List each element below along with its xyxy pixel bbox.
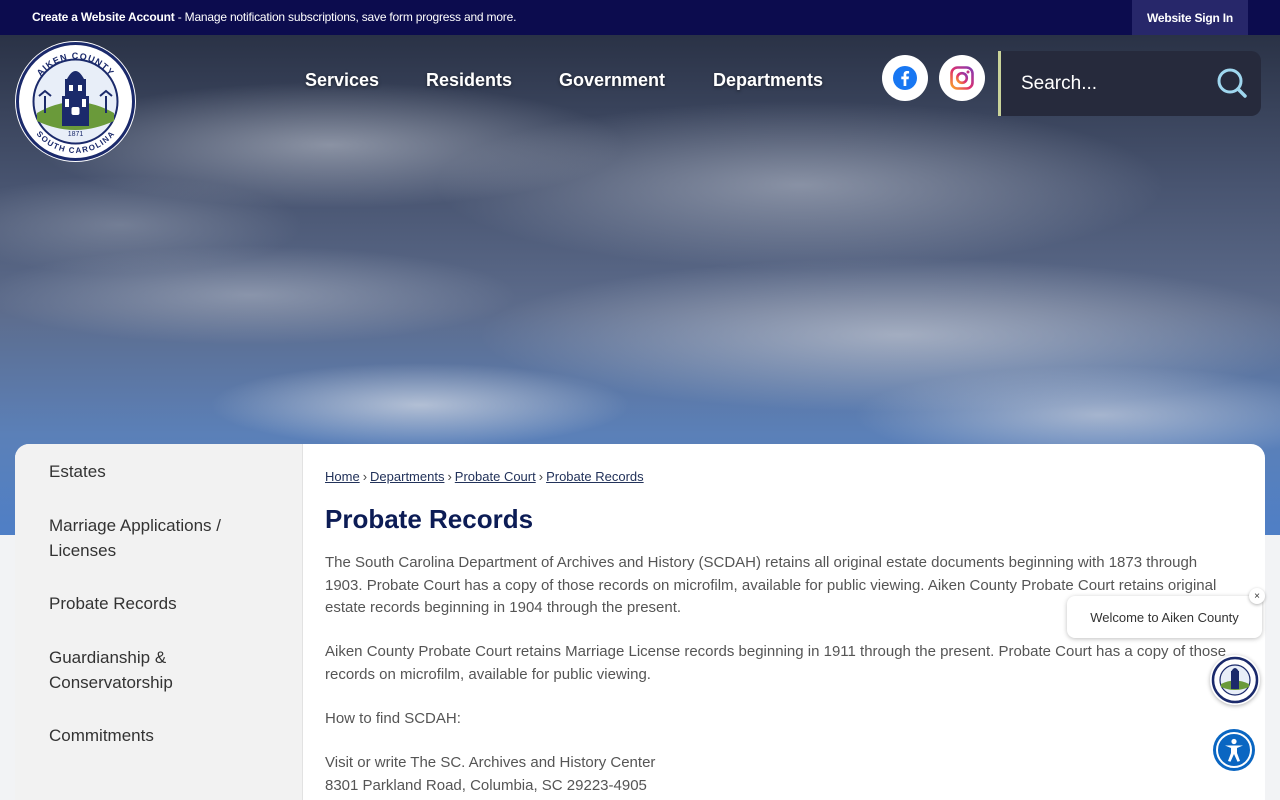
county-seal-logo[interactable]: AIKEN COUNTY SOUTH CAROLINA 1871 — [15, 41, 136, 162]
create-account-description: - Manage notification subscriptions, sav… — [174, 10, 517, 24]
top-utility-bar: Create a Website Account - Manage notifi… — [0, 0, 1280, 35]
nav-departments[interactable]: Departments — [713, 70, 823, 91]
search-input[interactable] — [1021, 69, 1201, 99]
chat-welcome-bubble[interactable]: Welcome to Aiken County — [1067, 596, 1262, 638]
county-seal-icon — [1211, 656, 1259, 704]
paragraph-address: 8301 Parkland Road, Columbia, SC 29223-4… — [325, 777, 647, 794]
accessibility-icon — [1216, 732, 1252, 768]
page-title: Probate Records — [325, 504, 534, 534]
breadcrumb-probate-records[interactable]: Probate Records — [546, 469, 644, 484]
breadcrumb-separator: › — [447, 469, 452, 484]
seal-year: 1871 — [68, 131, 84, 138]
breadcrumb-probate-court[interactable]: Probate Court — [455, 469, 536, 484]
site-search — [998, 51, 1261, 116]
breadcrumb-separator: › — [362, 469, 368, 484]
sidebar-item-marriage-applications[interactable]: Marriage Applications / Licenses — [49, 513, 269, 563]
paragraph-marriage-records: Aiken County Probate Court retains Marri… — [325, 643, 1227, 683]
nav-residents[interactable]: Residents — [426, 70, 512, 91]
seal-graphic: AIKEN COUNTY SOUTH CAROLINA 1871 — [16, 42, 135, 161]
instagram-button[interactable] — [939, 55, 985, 101]
chat-welcome-text: Welcome to Aiken County — [1090, 609, 1239, 625]
chat-close-button[interactable]: × — [1249, 588, 1265, 604]
create-account-message[interactable]: Create a Website Account - Manage notifi… — [32, 10, 516, 24]
breadcrumb-home[interactable]: Home — [325, 469, 360, 484]
facebook-icon — [893, 66, 917, 90]
sign-in-button[interactable]: Website Sign In — [1132, 0, 1248, 35]
search-icon — [1217, 68, 1247, 98]
sidebar-nav: Estates Marriage Applications / Licenses… — [15, 444, 303, 800]
breadcrumb-departments[interactable]: Departments — [370, 469, 444, 484]
sidebar-item-guardianship[interactable]: Guardianship & Conservatorship — [49, 645, 219, 695]
nav-services[interactable]: Services — [305, 70, 379, 91]
breadcrumb: Home › Departments › Probate Court › Probate R… — [325, 469, 644, 484]
instagram-icon — [950, 66, 974, 90]
accessibility-button[interactable] — [1213, 729, 1255, 771]
paragraph-visit: Visit or write The SC. Archives and Hist… — [325, 754, 656, 771]
chat-launcher-button[interactable] — [1210, 655, 1260, 705]
facebook-button[interactable] — [882, 55, 928, 101]
sidebar-item-probate-records[interactable]: Probate Records — [49, 591, 269, 616]
sidebar-item-commitments[interactable]: Commitments — [49, 723, 269, 748]
breadcrumb-separator: › — [538, 469, 544, 484]
search-button[interactable] — [1214, 65, 1250, 101]
nav-government[interactable]: Government — [559, 70, 665, 91]
create-account-link[interactable]: Create a Website Account — [32, 10, 175, 24]
paragraph-how-to-find: How to find SCDAH: — [325, 710, 461, 727]
sidebar-item-estates[interactable]: Estates — [49, 459, 269, 484]
